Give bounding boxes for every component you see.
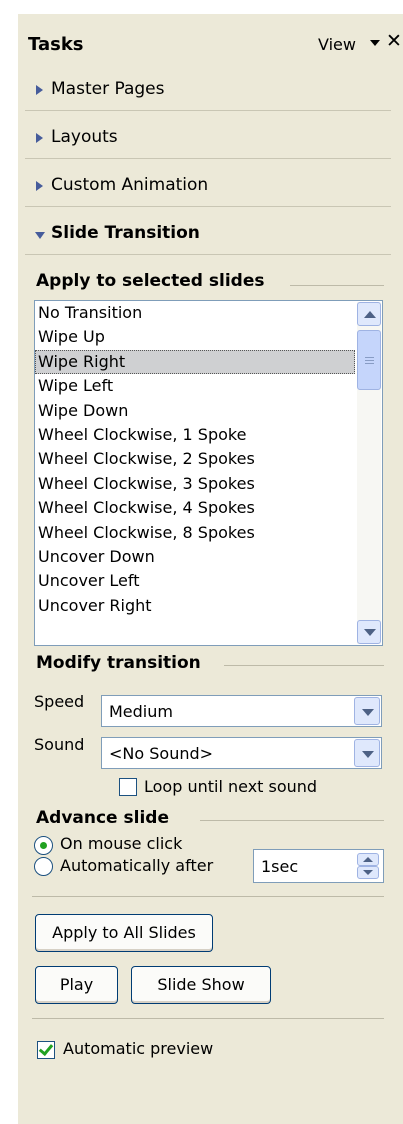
deck-label: Slide Transition <box>51 223 200 243</box>
sound-label: Sound <box>34 735 85 754</box>
list-item[interactable]: Wheel Clockwise, 3 Spokes <box>35 472 382 496</box>
list-item[interactable]: Wheel Clockwise, 1 Spoke <box>35 423 382 447</box>
deck-label: Master Pages <box>51 79 165 99</box>
expand-arrow-icon <box>36 181 43 191</box>
deck-label: Layouts <box>51 127 118 147</box>
speed-value: Medium <box>109 702 173 721</box>
list-item[interactable]: Uncover Down <box>35 545 382 569</box>
speed-dropdown-button[interactable] <box>354 697 380 725</box>
spin-down-button[interactable] <box>357 866 379 879</box>
tasks-title-bar: Tasks View ✕ <box>18 14 403 62</box>
apply-heading: Apply to selected slides <box>36 271 271 291</box>
slide-show-button[interactable]: Slide Show <box>131 966 271 1004</box>
spin-up-button[interactable] <box>357 853 379 866</box>
apply-to-all-slides-button[interactable]: Apply to All Slides <box>35 914 213 952</box>
view-menu[interactable]: View <box>318 35 356 54</box>
list-item[interactable]: Wipe Left <box>35 374 382 398</box>
sound-value: <No Sound> <box>109 744 214 763</box>
modify-heading: Modify transition <box>36 653 207 673</box>
deck-master-pages[interactable]: Master Pages <box>25 70 391 111</box>
section-divider <box>290 285 384 286</box>
scroll-thumb[interactable] <box>357 330 381 390</box>
radio-selected-dot <box>40 842 47 849</box>
list-item[interactable]: Wheel Clockwise, 2 Spokes <box>35 447 382 471</box>
chevron-down-icon <box>362 751 374 758</box>
tasks-title: Tasks <box>28 34 84 55</box>
list-item[interactable]: Uncover Right <box>35 594 382 618</box>
deck-custom-animation[interactable]: Custom Animation <box>25 166 391 207</box>
sound-dropdown-button[interactable] <box>354 739 380 767</box>
list-item-selected[interactable]: Wipe Right <box>35 349 355 375</box>
view-dropdown-icon[interactable] <box>370 40 380 46</box>
list-item[interactable]: Uncover Left <box>35 569 382 593</box>
list-scrollbar[interactable] <box>357 302 381 644</box>
chevron-down-icon <box>364 629 376 636</box>
list-item[interactable]: Wipe Up <box>35 325 382 349</box>
sound-select[interactable]: <No Sound> <box>101 737 382 769</box>
list-item[interactable]: Wheel Clockwise, 8 Spokes <box>35 521 382 545</box>
list-item[interactable]: Wipe Down <box>35 399 382 423</box>
divider <box>32 896 384 897</box>
scroll-down-button[interactable] <box>357 620 381 644</box>
loop-label: Loop until next sound <box>144 777 318 796</box>
speed-label: Speed <box>34 692 85 711</box>
on-click-label: On mouse click <box>60 834 183 853</box>
check-mark-icon <box>38 1040 54 1057</box>
advance-time-value: 1sec <box>261 857 299 876</box>
automatic-radio[interactable] <box>34 857 53 876</box>
deck-label: Custom Animation <box>51 175 209 195</box>
play-button[interactable]: Play <box>35 966 118 1004</box>
section-divider <box>200 820 384 821</box>
automatic-preview-label: Automatic preview <box>63 1039 214 1058</box>
deck-layouts[interactable]: Layouts <box>25 118 391 159</box>
automatic-preview-checkbox[interactable] <box>37 1040 55 1059</box>
scroll-up-button[interactable] <box>357 302 381 326</box>
chevron-down-icon <box>363 870 373 875</box>
advance-heading: Advance slide <box>36 808 175 828</box>
advance-time-spinner[interactable]: 1sec <box>253 849 384 883</box>
expand-arrow-icon <box>36 133 43 143</box>
automatic-label: Automatically after <box>60 856 214 875</box>
transition-listbox[interactable]: No Transition Wipe Up Wipe Right Wipe Le… <box>34 300 383 646</box>
list-item[interactable]: Wheel Clockwise, 4 Spokes <box>35 496 382 520</box>
on-click-radio[interactable] <box>34 836 53 855</box>
chevron-down-icon <box>362 709 374 716</box>
list-item[interactable]: No Transition <box>35 301 382 325</box>
loop-checkbox[interactable] <box>119 778 137 796</box>
divider <box>32 1018 384 1019</box>
chevron-up-icon <box>363 857 373 862</box>
expand-arrow-icon <box>36 85 43 95</box>
speed-select[interactable]: Medium <box>101 695 382 727</box>
section-divider <box>224 665 384 666</box>
close-icon[interactable]: ✕ <box>386 30 402 52</box>
deck-slide-transition[interactable]: Slide Transition <box>25 214 391 255</box>
chevron-up-icon <box>364 311 376 318</box>
collapse-arrow-icon <box>35 232 45 239</box>
